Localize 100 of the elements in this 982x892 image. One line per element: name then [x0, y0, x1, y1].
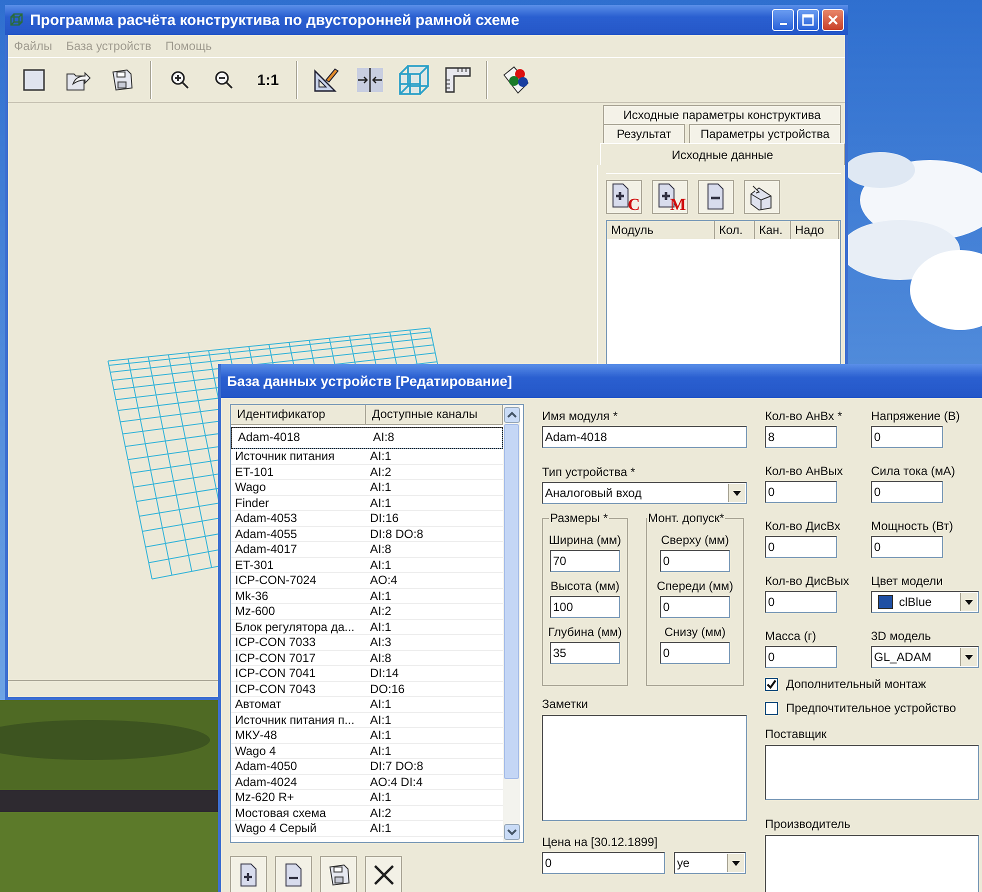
list-row[interactable]: Adam-4024 AO:4 DI:4 [231, 774, 503, 790]
currency-dropdown[interactable]: уе [674, 852, 746, 874]
input-field[interactable]: 0 [660, 642, 730, 664]
group-title: Монт. допуск* [647, 511, 726, 525]
list-row[interactable]: Мостовая схема AI:2 [231, 806, 503, 821]
add-button[interactable] [230, 856, 267, 892]
input-field[interactable]: 0 [871, 481, 943, 503]
balls-icon [501, 65, 531, 95]
tab[interactable]: Параметры устройства [689, 124, 841, 143]
input-field[interactable]: 0 [871, 426, 943, 448]
checkbox[interactable] [765, 678, 778, 690]
input-field[interactable]: 100 [550, 596, 620, 618]
notes-field[interactable] [542, 715, 747, 821]
checkbox-label: Дополнительный монтаж [786, 677, 926, 691]
list-row[interactable]: ICP-CON-7024 AO:4 [231, 573, 503, 588]
field-label: Мощность (Вт) [871, 519, 954, 534]
list-row[interactable]: ICP-CON 7033 AI:3 [231, 635, 503, 650]
list-row[interactable]: Mz-600 AI:2 [231, 604, 503, 620]
import-button[interactable] [744, 180, 780, 214]
list-row[interactable]: Wago 4 Серый AI:1 [231, 821, 503, 836]
list-row[interactable]: ET-101 AI:2 [231, 464, 503, 480]
list-row[interactable]: ET-301 AI:1 [231, 558, 503, 573]
list-row[interactable]: Adam-4050 DI:7 DO:8 [231, 759, 503, 774]
list-row[interactable]: ICP-CON 7043 DO:16 [231, 682, 503, 697]
list-row[interactable]: Wago 4 AI:1 [231, 744, 503, 759]
input-field[interactable]: 0 [765, 591, 837, 613]
color-dropdown[interactable]: clBlue [871, 591, 979, 613]
table-cell-text: AI:3 [369, 635, 392, 650]
list-row[interactable]: Finder AI:1 [231, 496, 503, 511]
model-dropdown[interactable]: GL_ADAM [871, 646, 979, 668]
square-icon [23, 69, 45, 91]
table-cell-text: ET-101 [234, 464, 275, 479]
list-row[interactable]: ICP-CON 7017 AI:8 [231, 650, 503, 666]
table-cell-text: Мостовая схема [234, 806, 328, 820]
minimize-button[interactable] [772, 9, 794, 31]
list-row[interactable]: Mk-36 AI:1 [231, 588, 503, 604]
column-header[interactable]: Модуль [607, 221, 715, 239]
maximize-button[interactable] [797, 9, 819, 31]
tab[interactable]: Исходные параметры конструктива [603, 105, 841, 124]
column-header[interactable]: Кан. [755, 221, 791, 239]
manufacturer-field[interactable] [765, 835, 979, 892]
field-label: Кол-во АнВх * [765, 409, 844, 424]
column-header[interactable]: Кол. [715, 221, 755, 239]
device-type-dropdown[interactable]: Аналоговый вход [542, 482, 747, 504]
list-row[interactable]: Источник питания п... AI:1 [231, 712, 503, 728]
scroll-down-icon[interactable] [504, 824, 520, 840]
table-cell-text: AI:1 [369, 744, 392, 758]
remove-button[interactable] [275, 856, 312, 892]
actual-size-button[interactable]: 1:1 [248, 60, 288, 100]
module-name-field[interactable]: Adam-4018 [542, 426, 747, 448]
column-header[interactable]: Надо [791, 221, 839, 239]
list-row[interactable]: Wago AI:1 [231, 480, 503, 496]
input-field[interactable]: 0 [765, 481, 837, 503]
add-button[interactable]: М [652, 180, 688, 214]
list-row[interactable]: Источник питания AI:1 [231, 449, 503, 464]
scrollbar[interactable] [503, 405, 520, 842]
input-field[interactable]: 0 [765, 646, 837, 668]
save-button[interactable] [320, 856, 357, 892]
floppy-icon [110, 68, 134, 92]
input-field[interactable]: 0 [765, 536, 837, 558]
tab[interactable]: Результат [603, 124, 685, 143]
input-field[interactable]: 35 [550, 642, 620, 664]
list-row[interactable]: Mz-620 R+ AI:1 [231, 790, 503, 806]
input-field[interactable]: 0 [871, 536, 943, 558]
list-row[interactable]: ICP-CON 7041 DI:14 [231, 666, 503, 682]
close-icon [827, 14, 839, 26]
remove-button[interactable] [698, 180, 734, 214]
scroll-up-icon[interactable] [504, 407, 520, 423]
table-cell-text: AI:1 [369, 821, 392, 836]
list-row[interactable]: МКУ-48 AI:1 [231, 728, 503, 744]
table-cell-text: Источник питания п... [234, 712, 356, 727]
input-field[interactable]: 8 [765, 426, 837, 448]
list-row[interactable]: Блок регулятора да... AI:1 [231, 620, 503, 635]
list-row[interactable]: Adam-4018 AI:8 [231, 427, 503, 449]
field-label: Спереди (мм) [656, 579, 734, 594]
price-field[interactable]: 0 [542, 852, 665, 874]
list-row[interactable]: Adam-4017 AI:8 [231, 542, 503, 558]
table-cell-text: DI:8 DO:8 [369, 526, 424, 541]
add-button[interactable]: С [606, 180, 642, 214]
supplier-field[interactable] [765, 745, 979, 800]
table-cell-text: AI:8 [372, 430, 396, 446]
input-field[interactable]: 0 [660, 596, 730, 618]
input-field[interactable]: 0 [660, 550, 730, 572]
caret-icon [960, 593, 977, 611]
scroll-thumb[interactable] [504, 424, 519, 779]
table-cell-text: Finder [234, 496, 270, 510]
table-cell-text: DI:14 [369, 666, 400, 680]
table-cell-text: Adam-4024 [234, 774, 298, 789]
tab[interactable]: Исходные данные [600, 143, 845, 165]
table-cell-text: AI:1 [369, 558, 392, 572]
list-row[interactable]: Автомат AI:1 [231, 697, 503, 712]
close-button[interactable] [365, 856, 402, 892]
list-row[interactable]: Adam-4053 DI:16 [231, 511, 503, 526]
input-field[interactable]: 70 [550, 550, 620, 572]
list-row[interactable]: Adam-4055 DI:8 DO:8 [231, 526, 503, 542]
field-label: Напряжение (В) [871, 409, 961, 424]
table-cell-text: AO:4 DI:4 [369, 774, 424, 789]
table-cell-text: DI:16 [369, 511, 400, 526]
column-header[interactable]: Идентификатор [231, 405, 366, 424]
checkbox[interactable] [765, 702, 778, 714]
